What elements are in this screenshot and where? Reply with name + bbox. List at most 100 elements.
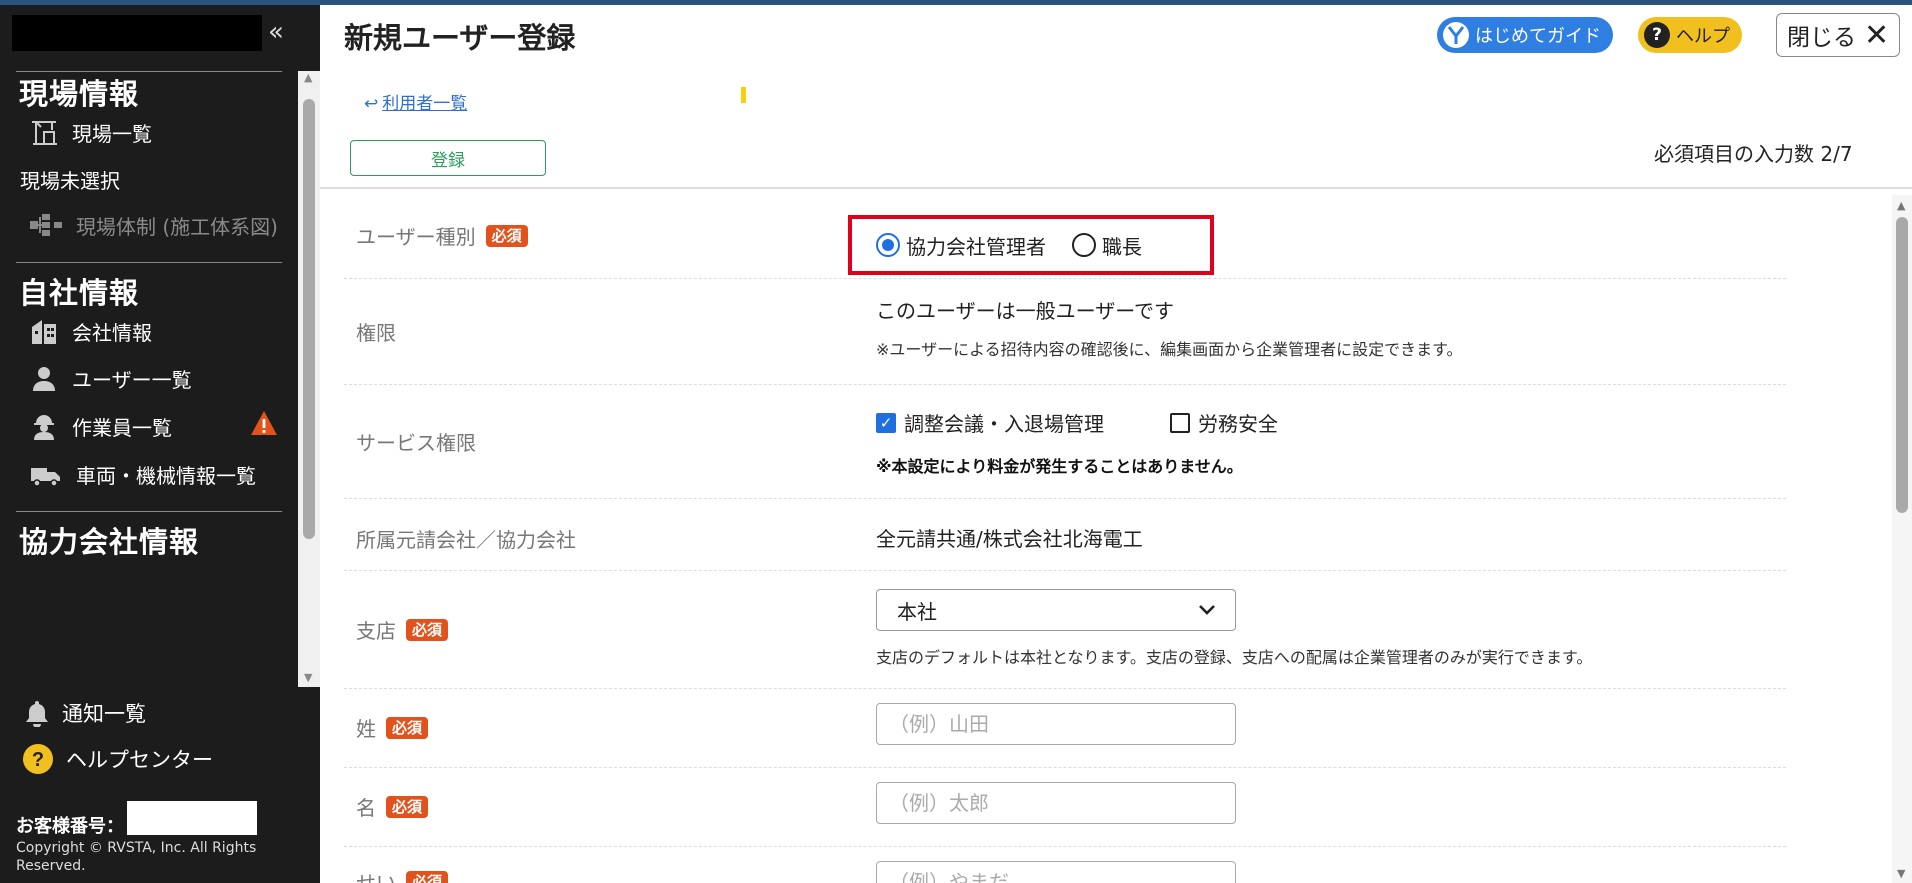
radio-label: 協力会社管理者 [906, 234, 1046, 259]
brand-logo-redacted [12, 15, 262, 51]
last-name-input[interactable] [876, 703, 1236, 745]
sidebar-item-label: 会社情報 [72, 320, 152, 345]
service-note: ※本設定により料金が発生することはありません。 [876, 457, 1243, 476]
field-label: 姓 必須 [356, 713, 429, 742]
scrollbar-thumb[interactable] [1896, 217, 1908, 513]
back-arrow-icon: ↩ [364, 94, 379, 114]
branch-note: 支店のデフォルトは本社となります。支店の登録、支店への配属は企業管理者のみが実行… [876, 648, 1593, 667]
back-link-label: 利用者一覧 [382, 94, 468, 114]
required-badge: 必須 [386, 795, 429, 818]
permission-label: 権限 [356, 321, 396, 345]
scroll-up-icon[interactable]: ▲ [304, 71, 312, 84]
close-button[interactable]: 閉じる ✕ [1776, 13, 1900, 57]
question-icon: ? [1644, 22, 1670, 48]
section-heading-partner-info: 協力会社情報 [19, 525, 200, 559]
branch-select[interactable]: 本社 [876, 589, 1236, 631]
required-badge: 必須 [386, 716, 429, 739]
cursor-marker [741, 87, 746, 103]
sidebar-item-label: ヘルプセンター [66, 748, 213, 772]
checkbox-label: 調整会議・入退場管理 [904, 412, 1104, 436]
form-row-user-type: ユーザー種別 必須 協力会社管理者 職長 [344, 191, 1786, 279]
sidebar-item-label: ユーザー一覧 [72, 367, 192, 392]
sidebar-item-vehicle-list[interactable]: 車両・機械情報一覧 [30, 454, 292, 494]
scroll-down-icon[interactable]: ▼ [304, 671, 312, 684]
app-window: « 現場情報 現場一覧 現場未選択 現場体制 (施工体系図) 自社情報 会社情報 [0, 5, 1912, 883]
field-label: 権限 [356, 317, 396, 346]
building-icon [32, 320, 56, 344]
permission-note: ※ユーザーによる招待内容の確認後に、編集画面から企業管理者に設定できます。 [876, 340, 1463, 359]
radio-unselected-icon [1072, 233, 1096, 257]
collapse-sidebar-icon[interactable]: « [268, 17, 284, 47]
affiliation-value: 全元請共通/株式会社北海電工 [876, 527, 1143, 551]
user-icon [33, 367, 55, 391]
help-button[interactable]: ? ヘルプ [1638, 17, 1742, 53]
field-label: せい 必須 [356, 867, 449, 883]
service-permission-label: サービス権限 [356, 431, 476, 455]
section-heading-company-info: 自社情報 [19, 276, 140, 310]
user-type-radio-group: 協力会社管理者 職長 [848, 215, 1214, 275]
required-badge: 必須 [485, 224, 528, 247]
divider [16, 511, 282, 512]
worker-helmet-icon [34, 415, 54, 440]
first-name-input[interactable] [876, 782, 1236, 824]
register-button[interactable]: 登録 [350, 140, 546, 176]
section-heading-site-info: 現場情報 [19, 77, 140, 111]
sidebar-scrollbar[interactable]: ▲ ▼ [298, 71, 320, 687]
checkbox-label: 労務安全 [1198, 412, 1278, 436]
checkbox-labor-safety[interactable]: 労務安全 [1170, 408, 1278, 437]
field-label: サービス権限 [356, 427, 476, 456]
scroll-down-icon[interactable]: ▼ [1897, 867, 1905, 880]
last-name-kana-input[interactable] [876, 861, 1236, 883]
svg-text:?: ? [32, 749, 44, 771]
scroll-up-icon[interactable]: ▲ [1897, 199, 1905, 212]
customer-number-label: お客様番号： [16, 816, 124, 837]
checkbox-coordination-meeting[interactable]: ✓ 調整会議・入退場管理 [876, 408, 1104, 437]
sidebar-item-site-list[interactable]: 現場一覧 [30, 112, 292, 152]
back-to-user-list-link[interactable]: ↩ 利用者一覧 [364, 89, 467, 114]
user-registration-form: ユーザー種別 必須 協力会社管理者 職長 権限 このユーザーは一般ユーザーです … [320, 191, 1888, 883]
affiliation-label: 所属元請会社／協力会社 [356, 528, 576, 552]
radio-label: 職長 [1102, 234, 1142, 259]
sidebar-item-company-details[interactable]: 会社情報 [30, 311, 292, 351]
sidebar-item-label: 通知一覧 [62, 702, 146, 726]
checkbox-unchecked-icon [1170, 412, 1190, 433]
sidebar-nav: 現場情報 現場一覧 現場未選択 現場体制 (施工体系図) 自社情報 会社情報 ユ… [0, 71, 298, 687]
chevron-down-icon [1199, 605, 1215, 615]
sidebar-item-help-center[interactable]: ? ヘルプセンター [22, 743, 213, 775]
last-name-label: 姓 [356, 717, 376, 741]
form-row-permission: 権限 このユーザーは一般ユーザーです ※ユーザーによる招待内容の確認後に、編集画… [344, 279, 1786, 385]
page-title: 新規ユーザー登録 [344, 21, 576, 55]
sidebar-item-user-list[interactable]: ユーザー一覧 [30, 358, 292, 398]
first-name-label: 名 [356, 796, 376, 820]
field-label: 名 必須 [356, 792, 429, 821]
crane-icon [32, 121, 57, 145]
getting-started-guide-button[interactable]: はじめてガイド [1437, 17, 1613, 53]
org-chart-icon [30, 214, 62, 236]
branch-selected-value: 本社 [897, 599, 937, 624]
required-badge: 必須 [406, 870, 449, 883]
form-row-affiliation: 所属元請会社／協力会社 全元請共通/株式会社北海電工 [344, 499, 1786, 571]
divider [16, 262, 282, 263]
form-row-service-permission: サービス権限 ✓ 調整会議・入退場管理 労務安全 ※本設定により料金が発生するこ… [344, 385, 1786, 499]
sidebar-item-site-structure: 現場体制 (施工体系図) [30, 205, 292, 245]
radio-partner-admin[interactable]: 協力会社管理者 [876, 231, 1046, 260]
scrollbar-thumb[interactable] [303, 99, 315, 539]
help-circle-icon: ? [23, 744, 53, 774]
required-badge: 必須 [406, 618, 449, 641]
copyright: Copyright © RVSTA, Inc. All Rights Reser… [16, 840, 257, 874]
page-header: 新規ユーザー登録 はじめてガイド ? ヘルプ 閉じる ✕ [320, 5, 1912, 69]
main-scrollbar[interactable]: ▲ ▼ [1892, 195, 1912, 883]
form-toolbar: ↩ 利用者一覧 登録 必須項目の入力数 2/7 [320, 69, 1912, 189]
sidebar-item-label: 作業員一覧 [72, 415, 172, 440]
sidebar-item-label: 現場一覧 [72, 121, 152, 146]
truck-icon [31, 468, 60, 487]
sidebar-footer: 通知一覧 ? ヘルプセンター お客様番号： Copyright © RVSTA,… [0, 687, 320, 883]
radio-selected-icon [876, 233, 900, 257]
sidebar-item-worker-list[interactable]: 作業員一覧 [30, 406, 292, 446]
sidebar-item-label: 車両・機械情報一覧 [76, 463, 256, 488]
radio-foreman[interactable]: 職長 [1072, 231, 1142, 260]
permission-value: このユーザーは一般ユーザーです [876, 299, 1174, 323]
sidebar-item-notifications[interactable]: 通知一覧 [24, 698, 146, 728]
customer-number-redacted [127, 801, 257, 835]
warning-icon [251, 411, 277, 435]
